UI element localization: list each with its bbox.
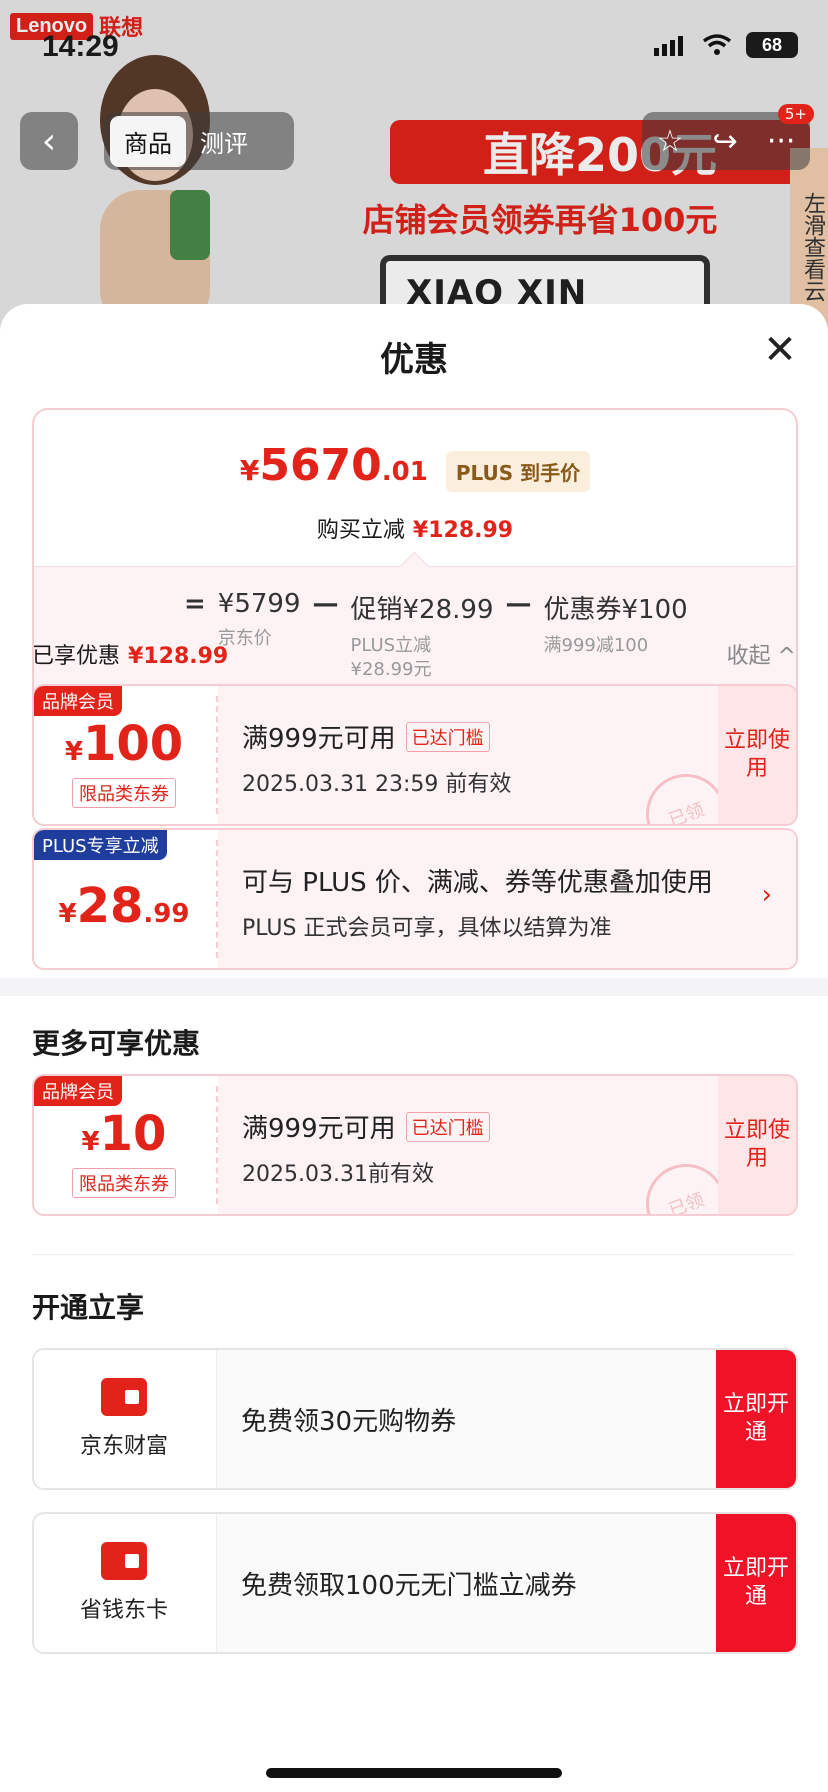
nav-actions: ☆ ↪ ··· 5+ [642,104,814,170]
open-now-button[interactable]: 立即开通 [716,1514,796,1652]
brand-member-tag: 品牌会员 [34,686,122,716]
wallet-icon [101,1378,147,1416]
promo-amount: 促销¥28.99 [350,595,494,625]
sheet-title: 优惠 [380,340,448,380]
status-bar: 14:29 68 [0,0,828,90]
final-price: 5670 [259,440,382,491]
coupon-condition: 满999元可用 [242,1114,396,1144]
signal-icon [654,36,683,56]
open-card-jd-wealth: 京东财富 免费领30元购物券 立即开通 [32,1348,798,1490]
coupon-card: 品牌会员 ¥100 限品类东券 满999元可用 已达门槛 2025.03.31 … [32,684,798,826]
open-now-button[interactable]: 立即开通 [716,1350,796,1488]
brand-member-tag: 品牌会员 [34,1076,122,1106]
back-icon: ‹ [41,120,57,162]
battery-icon: 68 [746,32,798,58]
open-item-desc: 免费领取100元无门槛立减券 [216,1514,716,1652]
open-item-desc: 免费领30元购物券 [216,1350,716,1488]
plus-reduce-card[interactable]: PLUS专享立减 ¥28.99 可与 PLUS 价、满减、券等优惠叠加使用 PL… [32,828,798,970]
message-badge: 5+ [777,104,814,124]
coupon-validity: 2025.03.31前有效 [242,1162,434,1187]
tab-product[interactable]: 商品 [110,115,186,167]
coupon-validity: 2025.03.31 23:59 前有效 [242,772,512,797]
close-icon[interactable]: ✕ [760,330,800,370]
plus-reduce-value: 28 [76,878,144,934]
threshold-reached-badge: 已达门槛 [405,721,490,752]
open-item-name: 京东财富 [79,1434,168,1459]
wifi-icon [702,34,732,55]
discount-sheet: 优惠 ✕ ¥5670.01 PLUS 到手价 购买立减 ¥128.99 = ¥57… [0,304,828,1792]
coupon-value: 10 [99,1106,167,1162]
reduce-amount: ¥128.99 [412,518,514,543]
open-benefits-title: 开通立享 [32,1291,145,1324]
open-item-name: 省钱东卡 [79,1598,168,1623]
use-now-button[interactable]: 立即使用 [718,686,796,824]
chevron-right-icon: › [761,880,772,910]
plus-reduce-desc: PLUS 正式会员可享，具体以结算为准 [242,916,612,941]
star-icon[interactable]: ☆ [657,124,684,159]
home-indicator[interactable] [266,1768,562,1778]
tab-review[interactable]: 测评 [186,116,262,167]
coupon-value: 100 [82,716,184,772]
status-time: 14:29 [42,30,119,63]
coupon-condition: 满999元可用 [242,724,396,754]
enjoyed-discount: 已享优惠 ¥128.99 [32,644,229,669]
more-icon[interactable]: ··· [767,124,796,159]
top-nav: ‹ 商品 测评 ☆ ↪ ··· 5+ [20,104,814,170]
open-card-savings-card: 省钱东卡 免费领取100元无门槛立减券 立即开通 [32,1512,798,1654]
plus-reduce-title: 可与 PLUS 价、满减、券等优惠叠加使用 [242,868,713,898]
coupon-scope: 限品类东券 [72,1168,176,1198]
card-icon [101,1542,147,1580]
nav-tabs: 商品 测评 [104,112,294,170]
threshold-reached-badge: 已达门槛 [405,1111,490,1142]
coupon-scope: 限品类东券 [72,778,176,808]
coupon-card: 品牌会员 ¥10 限品类东券 满999元可用 已达门槛 2025.03.31前有… [32,1074,798,1216]
plus-price-tag: PLUS 到手价 [445,451,591,492]
share-icon[interactable]: ↪ [713,124,738,159]
more-discounts-title: 更多可享优惠 [32,1027,201,1060]
use-now-button[interactable]: 立即使用 [718,1076,796,1214]
collapse-button[interactable]: 收起 ^ [727,638,796,670]
coupon-amount: 优惠券¥100 [543,595,688,625]
back-button[interactable]: ‹ [20,112,78,170]
jd-price: ¥5799 [217,589,301,619]
plus-reduce-tag: PLUS专享立减 [34,830,167,860]
